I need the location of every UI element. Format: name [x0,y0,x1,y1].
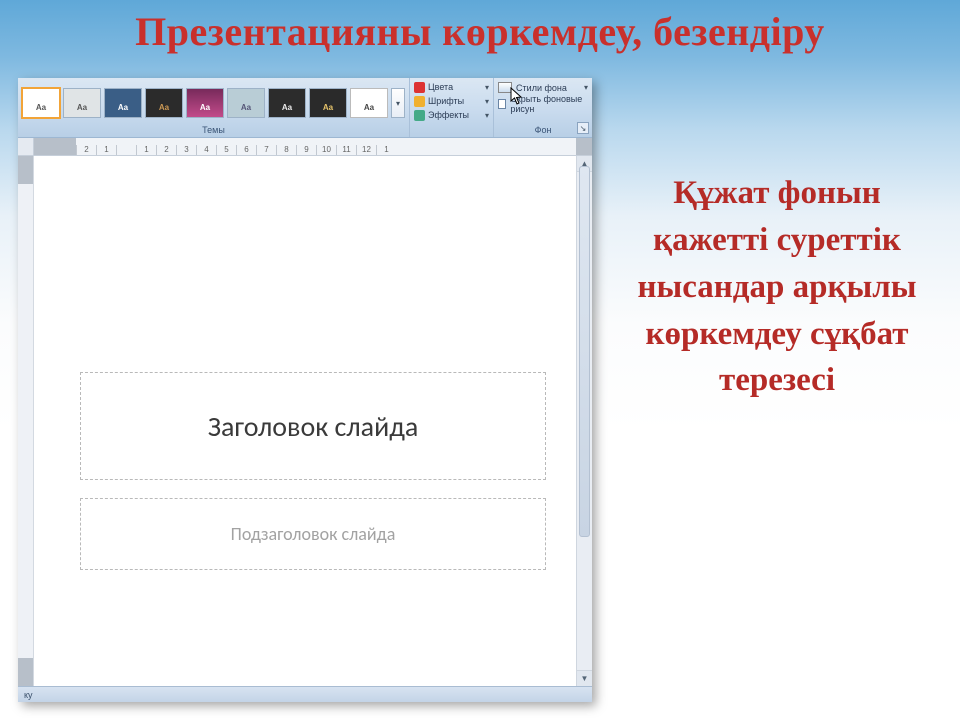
fonts-icon [414,96,425,107]
theme-aa-label: Aa [77,103,87,112]
hide-background-checkbox[interactable]: Скрыть фоновые рисун [498,97,588,110]
theme-thumb-2[interactable]: Aa [63,88,101,118]
ribbon-themes-group: Aa Aa Aa Aa Aa Aa Aa Aa Aa ▾ Темы [18,78,410,137]
theme-aa-label: Aa [200,103,210,112]
effects-button[interactable]: Эффекты ▾ [414,109,489,121]
chevron-down-icon: ▾ [584,83,588,92]
theme-aa-label: Aa [323,103,333,112]
ruler-tick [116,145,136,155]
theme-thumb-5[interactable]: Aa [186,88,224,118]
ruler-horizontal: 1 2 1 1 2 3 4 5 6 7 8 9 10 11 12 1 [18,138,592,156]
dialog-launcher-icon: ↘ [580,124,587,133]
theme-thumb-4[interactable]: Aa [145,88,183,118]
ruler-margin-top [18,156,33,184]
ruler-margin-bottom [18,658,33,686]
ribbon: Aa Aa Aa Aa Aa Aa Aa Aa Aa ▾ Темы Цвета … [18,78,592,138]
ruler-tick: 1 [376,145,396,155]
theme-thumb-8[interactable]: Aa [309,88,347,118]
theme-thumb-9[interactable]: Aa [350,88,388,118]
ribbon-background-group: Стили фона ▾ Скрыть фоновые рисун Фон ↘ [494,78,592,137]
ruler-tick: 6 [236,145,256,155]
theme-gallery[interactable]: Aa Aa Aa Aa Aa Aa Aa Aa Aa ▾ [18,78,409,124]
ruler-tick: 10 [316,145,336,155]
ruler-tick: 2 [76,145,96,155]
theme-aa-label: Aa [282,103,292,112]
theme-aa-label: Aa [159,103,169,112]
scroll-down-button[interactable]: ▼ [577,670,592,686]
ruler-tick: 1 [136,145,156,155]
chevron-down-icon: ▾ [485,97,489,106]
theme-thumb-3[interactable]: Aa [104,88,142,118]
ruler-tick: 3 [176,145,196,155]
checkbox-icon [498,99,506,109]
hide-background-label: Скрыть фоновые рисун [510,94,588,114]
chevron-down-icon: ▾ [485,111,489,120]
ruler-tick: 11 [336,145,356,155]
background-styles-label: Стили фона [516,83,567,93]
background-styles-icon [498,82,512,93]
ruler-corner [18,138,34,156]
ruler-tick: 1 [96,145,116,155]
ruler-tick: 12 [356,145,376,155]
theme-aa-label: Aa [36,103,46,112]
subtitle-placeholder[interactable]: Подзаголовок слайда [80,498,546,570]
theme-thumb-7[interactable]: Aa [268,88,306,118]
background-dialog-launcher[interactable]: ↘ [577,122,589,134]
ruler-tick: 7 [256,145,276,155]
ruler-margin-left [34,138,76,156]
status-bar: ку [18,686,592,702]
chevron-down-icon: ▼ [581,674,589,683]
slide-page: Заголовок слайда Подзаголовок слайда [52,164,586,672]
ribbon-spacer-label [410,134,493,137]
ribbon-themes-label: Темы [18,124,409,137]
title-placeholder[interactable]: Заголовок слайда [80,372,546,480]
colors-icon [414,82,425,93]
ruler-tick: 2 [156,145,176,155]
theme-thumb-1[interactable]: Aa [22,88,60,118]
fonts-label: Шрифты [428,96,464,106]
ruler-tick: 9 [296,145,316,155]
theme-aa-label: Aa [241,103,251,112]
ribbon-theme-options-group: Цвета ▾ Шрифты ▾ Эффекты ▾ [410,78,494,137]
ruler-tick: 4 [196,145,216,155]
slide-surface[interactable]: Заголовок слайда Подзаголовок слайда [34,156,592,686]
ruler-tick: 8 [276,145,296,155]
theme-aa-label: Aa [118,103,128,112]
status-text: ку [24,690,33,700]
effects-icon [414,110,425,121]
scroll-thumb[interactable] [579,166,590,537]
vertical-scrollbar[interactable]: ▲ ▼ [576,156,592,686]
ruler-margin-right [576,138,592,156]
subtitle-placeholder-text: Подзаголовок слайда [231,523,396,545]
theme-gallery-more[interactable]: ▾ [391,88,405,118]
chevron-down-icon: ▾ [485,83,489,92]
theme-aa-label: Aa [364,103,374,112]
right-caption: Құжат фонын қажетті суреттік нысандар ар… [622,170,932,404]
title-placeholder-text: Заголовок слайда [208,409,419,444]
colors-button[interactable]: Цвета ▾ [414,81,489,93]
powerpoint-screenshot: Aa Aa Aa Aa Aa Aa Aa Aa Aa ▾ Темы Цвета … [18,78,592,702]
effects-label: Эффекты [428,110,469,120]
colors-label: Цвета [428,82,453,92]
ruler-tick: 5 [216,145,236,155]
page-title: Презентацияны көркемдеу, безендіру [0,8,960,55]
slide-canvas-area: Заголовок слайда Подзаголовок слайда [18,156,592,686]
theme-thumb-6[interactable]: Aa [227,88,265,118]
fonts-button[interactable]: Шрифты ▾ [414,95,489,107]
ruler-vertical [18,156,34,686]
chevron-down-icon: ▾ [396,99,400,108]
background-styles-button[interactable]: Стили фона ▾ [498,81,588,94]
